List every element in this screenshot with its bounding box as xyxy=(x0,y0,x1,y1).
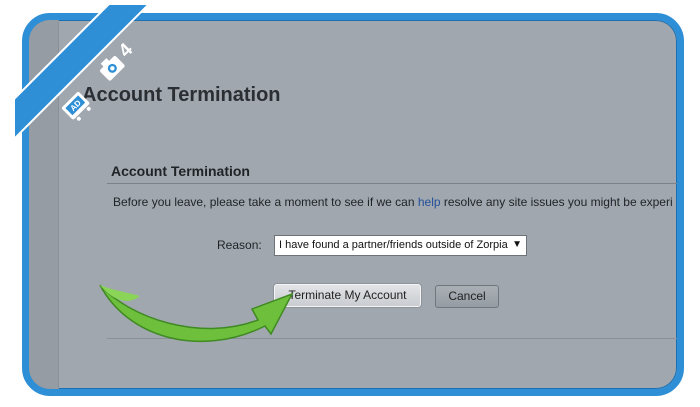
ad-store-icon: AD xyxy=(61,91,91,121)
camera-icon xyxy=(100,56,125,81)
step-badge: AD xyxy=(14,4,151,141)
